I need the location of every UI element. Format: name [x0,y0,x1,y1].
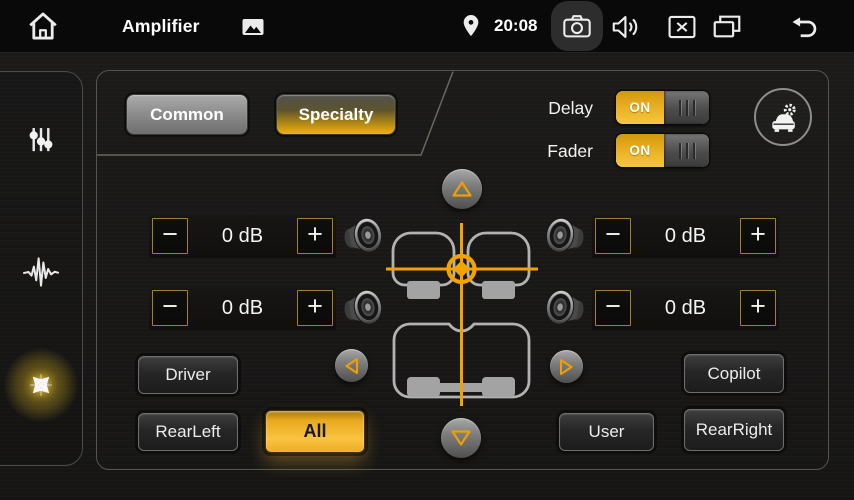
fader-label: Fader [513,141,593,162]
balance-crosshair [386,223,538,406]
volume-button[interactable] [606,12,646,42]
fader-balance-speakers-icon [23,367,59,403]
gain-increase-front-left[interactable]: + [297,218,333,254]
location-pin-icon [459,13,483,40]
car-sound-settings-button[interactable] [754,88,812,146]
sidebar-item-fader-balance[interactable] [12,356,70,414]
gain-decrease-rear-right[interactable]: − [595,290,631,326]
sidebar-item-equalizer[interactable] [12,110,70,168]
page-title: Amplifier [122,0,200,52]
tab-common[interactable]: Common [126,94,248,135]
gain-decrease-rear-left[interactable]: − [152,290,188,326]
home-icon [26,9,60,43]
gain-bar-rear-left: − 0 dB + [149,287,336,330]
fader-up-button[interactable] [442,169,482,209]
gain-increase-rear-left[interactable]: + [297,290,333,326]
clock: 20:08 [494,0,537,52]
arrow-left-icon [344,357,359,375]
zone-all-button[interactable]: All [265,410,365,453]
tab-specialty[interactable]: Specialty [276,94,396,135]
status-bar: Amplifier 20:08 [0,0,854,53]
car-settings-icon [765,99,801,135]
sidebar [0,71,83,466]
fader-toggle[interactable]: ON [616,134,709,167]
zone-driver-button[interactable]: Driver [138,356,238,394]
gain-increase-front-right[interactable]: + [740,218,776,254]
arrow-up-icon [451,180,473,198]
equalizer-sliders-icon [24,122,58,156]
fader-toggle-knob [664,134,709,167]
gain-value-front-right: 0 dB [631,225,740,248]
screenshot-button[interactable] [551,1,603,51]
gain-increase-rear-right[interactable]: + [740,290,776,326]
zone-rearright-button[interactable]: RearRight [684,409,784,451]
close-window-button[interactable] [664,14,700,40]
gain-value-front-left: 0 dB [188,225,297,248]
arrow-down-icon [450,429,472,447]
delay-toggle[interactable]: ON [616,91,709,124]
home-button[interactable] [22,8,64,44]
speaker-front-right-icon [543,213,587,259]
gain-rear-right: − 0 dB + [543,285,779,331]
camera-icon [562,13,592,39]
gain-value-rear-right: 0 dB [631,297,740,320]
gain-bar-front-left: − 0 dB + [149,215,336,258]
fader-panel: Common Specialty Delay ON Fader ON [96,70,829,470]
zone-user-button[interactable]: User [559,413,654,451]
volume-icon [610,13,642,41]
amplifier-screen: Amplifier 20:08 [0,0,854,500]
fader-down-button[interactable] [441,418,481,458]
delay-toggle-on-label: ON [616,91,664,124]
speaker-rear-left-icon [341,285,385,331]
zone-rearleft-button[interactable]: RearLeft [138,413,238,451]
speaker-rear-right-icon [543,285,587,331]
gain-bar-rear-right: − 0 dB + [592,287,779,330]
gain-decrease-front-right[interactable]: − [595,218,631,254]
gain-rear-left: − 0 dB + [149,285,385,331]
waveform-icon [22,255,60,289]
close-window-icon [666,14,698,40]
back-button[interactable] [782,12,828,42]
zone-copilot-button[interactable]: Copilot [684,354,784,393]
photo-icon [241,16,265,38]
gain-bar-front-right: − 0 dB + [592,215,779,258]
gain-front-right: − 0 dB + [543,213,779,259]
speaker-front-left-icon [341,213,385,259]
fader-toggle-on-label: ON [616,134,664,167]
balance-left-button[interactable] [335,349,368,382]
gain-value-rear-left: 0 dB [188,297,297,320]
delay-toggle-knob [664,91,709,124]
gain-front-left: − 0 dB + [149,213,385,259]
balance-right-button[interactable] [550,350,583,383]
back-icon [785,14,825,41]
delay-label: Delay [513,98,593,119]
recent-apps-button[interactable] [708,13,746,40]
sidebar-item-sound-effect[interactable] [12,243,70,301]
arrow-right-icon [559,358,574,376]
recent-apps-icon [711,13,743,40]
gain-decrease-front-left[interactable]: − [152,218,188,254]
